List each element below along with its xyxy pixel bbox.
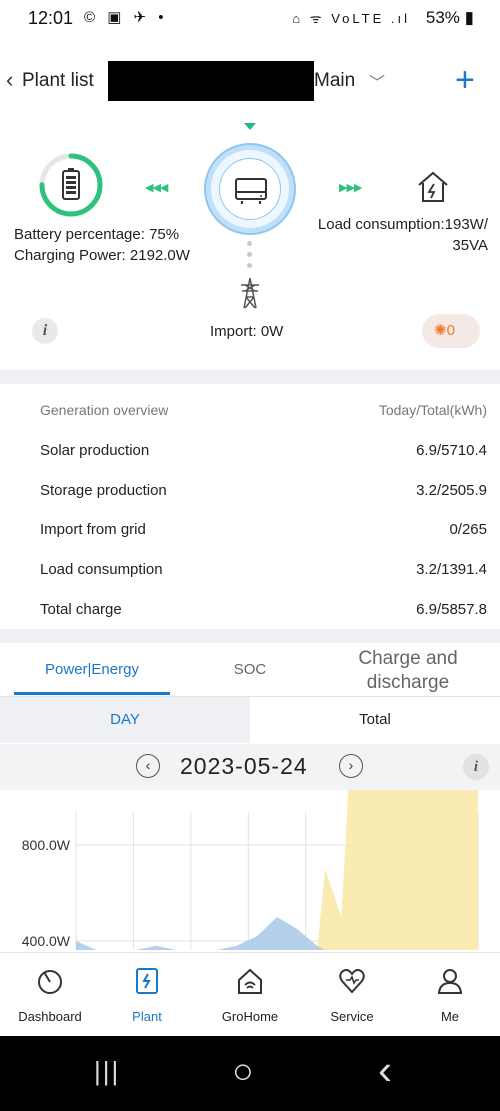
segment-total[interactable]: Total (250, 697, 500, 743)
generation-title: Generation overview (40, 402, 169, 418)
generation-row: Solar production 6.9/5710.4 (40, 442, 487, 466)
redacted-plant-id (108, 61, 314, 101)
period-segment: DAY Total (0, 697, 500, 743)
chart-info-icon[interactable]: i (463, 754, 489, 780)
nav-grohome[interactable]: GroHome (200, 953, 300, 1037)
flow-arrows-right-icon: ▶▶▶ (339, 182, 362, 194)
inverter-node[interactable] (206, 145, 294, 233)
chart-series-area-1 (76, 917, 326, 950)
tab-charge-discharge[interactable]: Charge and discharge (330, 647, 486, 695)
back-nav-icon[interactable]: ‹ (378, 1046, 392, 1094)
y-tick-label: 400.0W (22, 933, 71, 949)
energy-flow: ◀◀◀ ▶▶▶ Battery percentage: 75% Charging… (0, 115, 500, 365)
collapse-triangle-icon[interactable] (244, 123, 256, 130)
system-nav-bar: ||| ○ ‹ (0, 1036, 500, 1111)
generation-row: Import from grid 0/265 (40, 521, 487, 545)
alarm-button[interactable]: ✺0 (422, 314, 480, 348)
service-icon (339, 969, 365, 994)
grid-pylon-icon (241, 277, 259, 309)
inverter-icon (235, 178, 267, 204)
nav-dashboard[interactable]: Dashboard (0, 953, 100, 1037)
signal-icons: ⌂ ᯤ VoLTE .ıl (292, 11, 410, 26)
header: ‹ Plant list Main ﹀ + (0, 55, 500, 105)
status-time: 12:01 (28, 8, 74, 28)
load-consumption-line2: 35VA (452, 237, 488, 254)
section-divider (0, 629, 500, 643)
nav-label: Dashboard (18, 1009, 82, 1024)
generation-header: Generation overview Today/Total(kWh) (40, 402, 487, 426)
alarm-count: 0 (446, 322, 455, 339)
generation-row-label: Solar production (40, 442, 150, 459)
battery-status: 53% ▮ (425, 8, 474, 27)
next-date-icon[interactable]: › (339, 754, 363, 778)
home-icon[interactable]: ○ (232, 1050, 254, 1092)
recents-icon[interactable]: ||| (94, 1056, 120, 1087)
grohome-icon (238, 968, 262, 994)
plant-name[interactable]: Main (314, 70, 355, 92)
generation-row: Load consumption 3.2/1391.4 (40, 561, 487, 585)
generation-row: Storage production 3.2/2505.9 (40, 482, 487, 506)
section-divider (0, 370, 500, 384)
plus-icon[interactable]: + (455, 61, 475, 100)
grid-flow-dots (247, 241, 253, 274)
charging-power: Charging Power: 2192.0W (14, 247, 190, 264)
nav-me[interactable]: Me (400, 953, 500, 1037)
generation-row-value: 3.2/2505.9 (416, 481, 487, 499)
home-load-icon (418, 171, 448, 202)
battery-ring (39, 153, 103, 217)
battery-percentage: Battery percentage: 75% (14, 226, 180, 243)
plant-icon (136, 968, 158, 994)
generation-row-label: Load consumption (40, 561, 163, 579)
alarm-icon: ✺ (434, 322, 447, 339)
me-icon (437, 969, 463, 994)
generation-row-value: 6.9/5857.8 (416, 600, 487, 618)
tab-charge-line2: discharge (366, 672, 450, 693)
back-icon[interactable]: ‹ (6, 67, 13, 93)
nav-label: Service (330, 1009, 374, 1024)
tab-active-underline (14, 692, 170, 695)
y-tick-label: 800.0W (22, 837, 71, 853)
prev-date-icon[interactable]: ‹ (136, 754, 160, 778)
generation-row-value: 0/265 (449, 521, 487, 539)
generation-row-label: Import from grid (40, 521, 146, 539)
tab-soc[interactable]: SOC (200, 661, 300, 678)
back-label[interactable]: Plant list (22, 70, 94, 92)
generation-row: Total charge 6.9/5857.8 (40, 601, 487, 625)
nav-label: Me (440, 1009, 460, 1024)
generation-row-value: 6.9/5710.4 (416, 442, 487, 459)
nav-label: GroHome (221, 1009, 279, 1024)
bottom-nav: Dashboard Plant GroHome Service Me (0, 952, 500, 1036)
load-consumption-line1: Load consumption:193W/ (317, 216, 488, 233)
generation-row-label: Storage production (40, 481, 167, 499)
nav-service[interactable]: Service (302, 953, 402, 1037)
battery-info: Battery percentage: 75% Charging Power: … (14, 224, 190, 266)
chart-tabs: Power|Energy SOC Charge and discharge (0, 643, 500, 697)
dashboard-icon (38, 970, 62, 994)
notification-icons: © ▣ ✈ • (84, 9, 168, 26)
info-icon[interactable]: i (32, 318, 58, 344)
flow-arrows-left-icon: ◀◀◀ (145, 182, 168, 194)
power-chart: 2400.0W2000.0W1600.0W1200.0W800.0W400.0W (22, 790, 479, 950)
import-power: Import: 0W (210, 323, 284, 340)
nav-plant[interactable]: Plant (97, 953, 197, 1037)
nav-label: Plant (132, 1009, 162, 1024)
chevron-down-icon[interactable]: ﹀ (369, 69, 385, 93)
generation-unit-header: Today/Total(kWh) (378, 402, 487, 418)
generation-row-label: Total charge (40, 600, 122, 618)
tab-charge-line1: Charge and (358, 648, 458, 669)
generation-row-value: 3.2/1391.4 (416, 561, 487, 579)
selected-date[interactable]: 2023-05-24 (180, 753, 308, 780)
date-navigator: ‹ 2023-05-24 › i (0, 744, 500, 790)
tab-power-energy[interactable]: Power|Energy (14, 661, 170, 678)
load-info: Load consumption:193W/ 35VA (318, 214, 488, 256)
status-bar: 12:01 © ▣ ✈ • ⌂ ᯤ VoLTE .ıl 53% ▮ (0, 0, 500, 38)
segment-day[interactable]: DAY (0, 697, 250, 743)
battery-icon (62, 168, 80, 200)
